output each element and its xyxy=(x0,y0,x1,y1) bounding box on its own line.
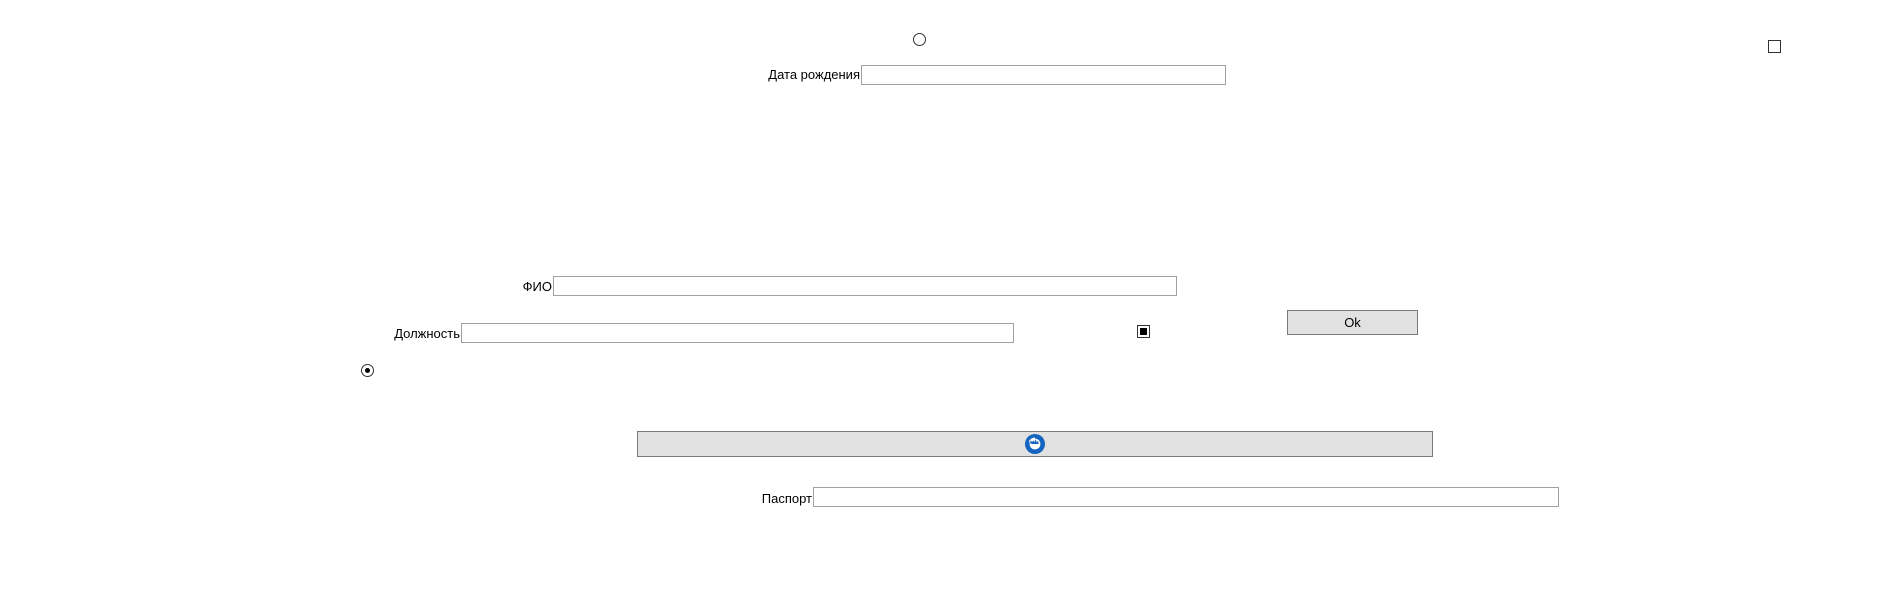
passport-field[interactable] xyxy=(813,487,1559,507)
checkbox-top-right[interactable] xyxy=(1768,40,1781,53)
birthdate-field[interactable] xyxy=(861,65,1226,85)
fio-field[interactable] xyxy=(553,276,1177,296)
radio-button-left[interactable] xyxy=(361,364,374,377)
checkbox-middle[interactable] xyxy=(1137,325,1150,338)
fio-label: ФИО xyxy=(522,279,552,294)
radio-button-top[interactable] xyxy=(913,33,926,46)
position-label: Должность xyxy=(394,326,460,341)
position-field[interactable] xyxy=(461,323,1014,343)
passport-label: Паспорт xyxy=(761,491,812,506)
refresh-icon xyxy=(1024,433,1046,455)
refresh-button[interactable] xyxy=(637,431,1433,457)
birthdate-label: Дата рождения xyxy=(768,67,860,82)
ok-button[interactable]: Ok xyxy=(1287,310,1418,335)
